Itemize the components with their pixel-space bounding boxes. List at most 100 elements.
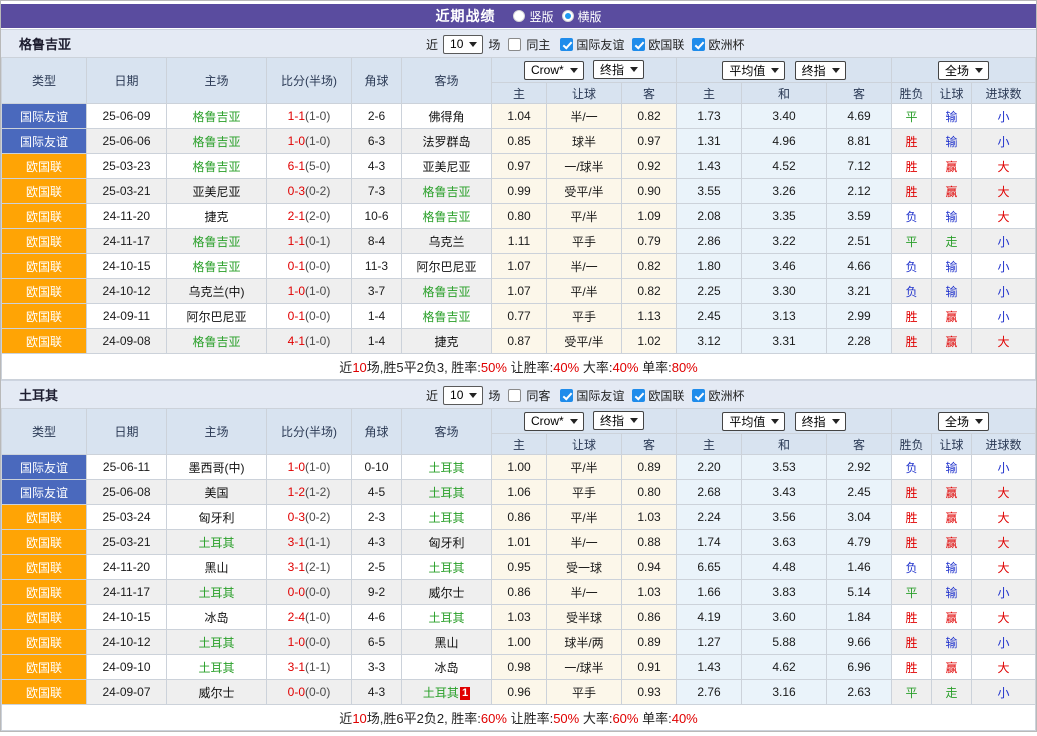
result-cell: 赢	[932, 480, 972, 505]
sub-column-header: 让球	[547, 434, 622, 455]
match-date: 24-09-11	[87, 304, 167, 329]
result-cell: 大	[972, 179, 1036, 204]
match-date: 24-09-08	[87, 329, 167, 354]
competition-checkbox[interactable]	[692, 389, 705, 402]
odds-stage-select[interactable]: 终指	[795, 412, 846, 431]
home-team: 格鲁吉亚	[167, 229, 267, 254]
competition-label[interactable]: 欧洲杯	[708, 387, 744, 404]
average-odds-cell: 1.66	[677, 580, 742, 605]
sub-column-header: 胜负	[892, 434, 932, 455]
average-odds-cell: 3.59	[827, 204, 892, 229]
odds-stage-select[interactable]: 终指	[795, 61, 846, 80]
odds-stage-select[interactable]: 终指	[593, 411, 644, 430]
result-cell: 大	[972, 329, 1036, 354]
same-venue-checkbox[interactable]	[508, 389, 521, 402]
column-header: 角球	[352, 409, 402, 455]
table-row: 国际友谊25-06-09格鲁吉亚1-1(1-0)2-6佛得角1.04半/一0.8…	[2, 104, 1036, 129]
corners-cell: 4-6	[352, 605, 402, 630]
layout-vertical-label[interactable]: 竖版	[529, 8, 553, 25]
handicap-odds-cell: 0.82	[622, 254, 677, 279]
match-count-select[interactable]: 10	[443, 386, 483, 405]
same-venue-label[interactable]: 同客	[526, 387, 550, 404]
result-cell: 大	[972, 154, 1036, 179]
average-select[interactable]: 平均值	[722, 61, 785, 80]
handicap-odds-cell: 0.99	[492, 179, 547, 204]
average-odds-cell: 7.12	[827, 154, 892, 179]
handicap-odds-cell: 平/半	[547, 505, 622, 530]
result-cell: 大	[972, 555, 1036, 580]
corners-cell: 11-3	[352, 254, 402, 279]
handicap-odds-cell: 半/一	[547, 104, 622, 129]
same-venue-label[interactable]: 同主	[526, 36, 550, 53]
competition-checkbox[interactable]	[560, 38, 573, 51]
match-type-badge: 国际友谊	[2, 480, 87, 505]
corners-cell: 1-4	[352, 304, 402, 329]
chevron-down-icon	[832, 68, 840, 73]
home-team: 匈牙利	[167, 505, 267, 530]
result-cell: 赢	[932, 154, 972, 179]
competition-label[interactable]: 欧洲杯	[708, 36, 744, 53]
handicap-odds-cell: 1.06	[492, 480, 547, 505]
scope-select[interactable]: 全场	[938, 412, 989, 431]
result-cell: 输	[932, 204, 972, 229]
result-cell: 小	[972, 254, 1036, 279]
layout-horizontal-radio[interactable]	[562, 10, 574, 22]
away-team: 捷克	[402, 329, 492, 354]
result-cell: 输	[932, 254, 972, 279]
match-date: 24-11-20	[87, 204, 167, 229]
result-cell: 胜	[892, 605, 932, 630]
result-cell: 大	[972, 204, 1036, 229]
match-type-badge: 欧国联	[2, 605, 87, 630]
layout-horizontal-label[interactable]: 横版	[578, 8, 602, 25]
result-cell: 走	[932, 229, 972, 254]
average-select[interactable]: 平均值	[722, 412, 785, 431]
average-odds-cell: 4.62	[742, 655, 827, 680]
average-odds-cell: 4.19	[677, 605, 742, 630]
handicap-odds-cell: 0.91	[622, 655, 677, 680]
away-team: 土耳其1	[402, 680, 492, 705]
average-odds-cell: 3.43	[742, 480, 827, 505]
result-cell: 输	[932, 279, 972, 304]
average-odds-cell: 3.40	[742, 104, 827, 129]
table-row: 欧国联25-03-24匈牙利0-3(0-2)2-3土耳其0.86平/半1.032…	[2, 505, 1036, 530]
average-odds-cell: 8.81	[827, 129, 892, 154]
match-count-select[interactable]: 10	[443, 35, 483, 54]
competition-label[interactable]: 国际友谊	[576, 36, 624, 53]
layout-vertical-radio[interactable]	[513, 10, 525, 22]
away-team: 土耳其	[402, 555, 492, 580]
average-odds-cell: 4.79	[827, 530, 892, 555]
same-venue-checkbox[interactable]	[508, 38, 521, 51]
result-cell: 小	[972, 630, 1036, 655]
chevron-down-icon	[469, 393, 477, 398]
match-date: 25-06-08	[87, 480, 167, 505]
match-date: 24-11-17	[87, 229, 167, 254]
match-type-badge: 欧国联	[2, 154, 87, 179]
odds-stage-select[interactable]: 终指	[593, 60, 644, 79]
column-header: 主场	[167, 409, 267, 455]
average-odds-cell: 1.84	[827, 605, 892, 630]
competition-label[interactable]: 欧国联	[648, 387, 684, 404]
away-team: 格鲁吉亚	[402, 304, 492, 329]
scope-select[interactable]: 全场	[938, 61, 989, 80]
competition-label[interactable]: 欧国联	[648, 36, 684, 53]
score-cell: 1-0(1-0)	[267, 279, 352, 304]
competition-checkbox[interactable]	[632, 389, 645, 402]
bookmaker-select[interactable]: Crow*	[524, 412, 584, 431]
handicap-odds-cell: 0.80	[622, 480, 677, 505]
average-odds-cell: 3.55	[677, 179, 742, 204]
match-date: 24-10-15	[87, 605, 167, 630]
result-cell: 小	[972, 129, 1036, 154]
result-cell: 小	[972, 304, 1036, 329]
competition-checkbox[interactable]	[632, 38, 645, 51]
match-type-badge: 欧国联	[2, 279, 87, 304]
average-odds-cell: 3.83	[742, 580, 827, 605]
handicap-odds-cell: 1.03	[622, 580, 677, 605]
competition-label[interactable]: 国际友谊	[576, 387, 624, 404]
competition-checkbox[interactable]	[692, 38, 705, 51]
bookmaker-select[interactable]: Crow*	[524, 61, 584, 80]
result-cell: 赢	[932, 329, 972, 354]
games-label: 场	[488, 387, 500, 404]
average-odds-cell: 1.80	[677, 254, 742, 279]
home-team: 土耳其	[167, 655, 267, 680]
competition-checkbox[interactable]	[560, 389, 573, 402]
